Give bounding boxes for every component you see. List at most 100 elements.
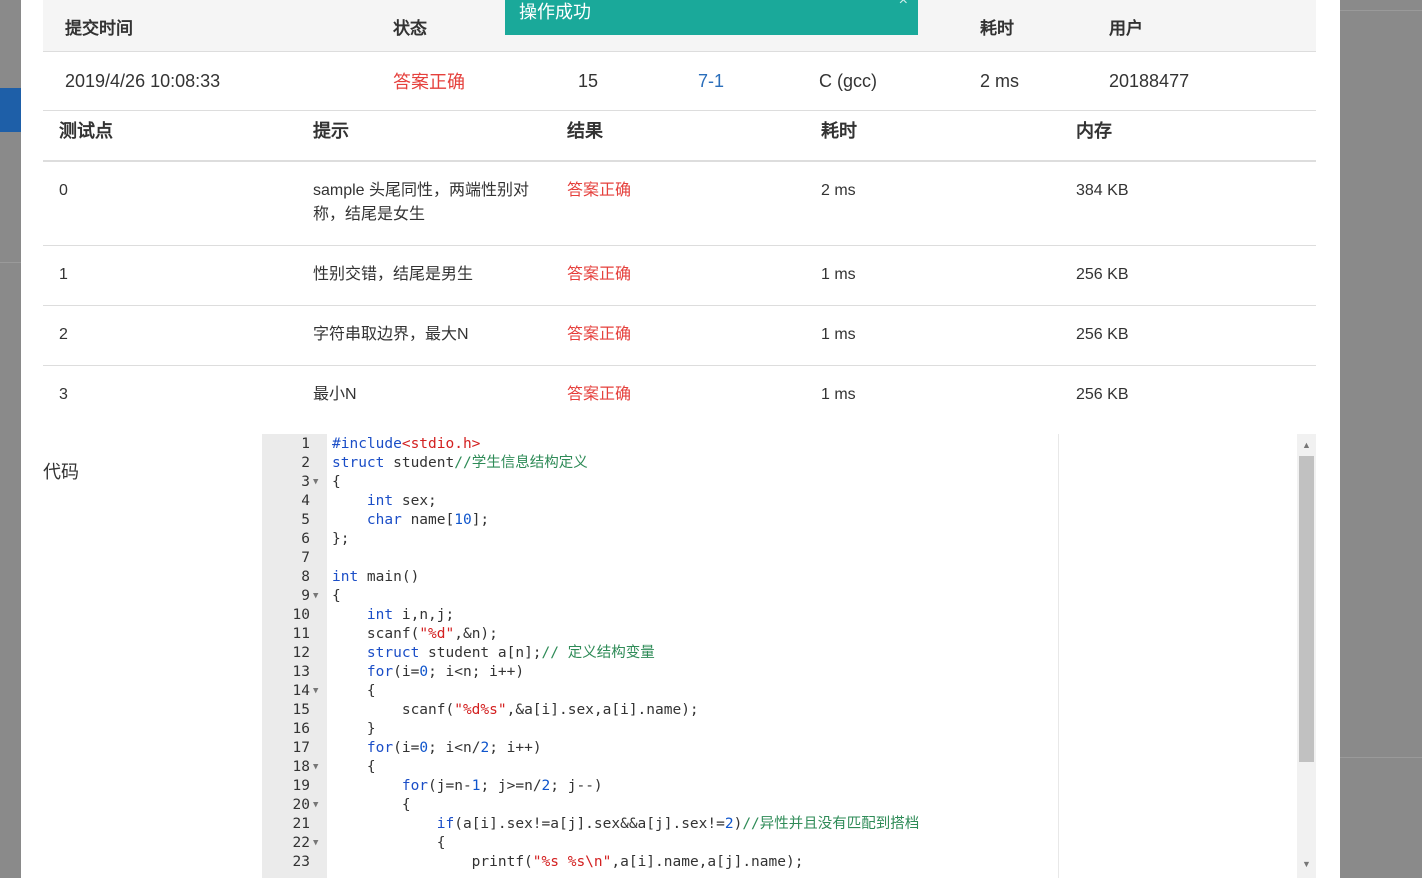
code-text: { — [332, 588, 341, 604]
line-number: 16 — [292, 721, 310, 737]
code-text: { — [332, 835, 446, 851]
col-submit-time: 提交时间 — [43, 0, 393, 52]
code-line: 1 #include<stdio.h> — [262, 435, 1318, 454]
line-number: 21 — [292, 816, 310, 832]
code-line: 20 ▼ { — [262, 796, 1318, 815]
case-time: 1 ms — [821, 386, 856, 403]
code-text: if(a[i].sex!=a[j].sex&&a[j].sex!=2)//异性并… — [436, 816, 920, 832]
line-number: 18 — [292, 759, 310, 775]
line-number: 3 — [301, 474, 310, 490]
case-hint: 字符串取边界，最大N — [297, 305, 551, 366]
scroll-up-arrow-icon[interactable]: ▲ — [1297, 436, 1316, 454]
line-number: 9 — [301, 588, 310, 604]
case-time: 2 ms — [805, 161, 1060, 246]
code-text: char name[10]; — [366, 512, 490, 528]
code-text: for(i=0; i<n; i++) — [366, 664, 525, 680]
case-id: 1 — [43, 245, 297, 306]
case-memory: 384 KB — [1060, 161, 1316, 246]
code-text: for(i=0; i<n/2; i++) — [366, 740, 542, 756]
code-line: 21 if(a[i].sex!=a[j].sex&&a[j].sex!=2)//… — [262, 815, 1318, 834]
code-text: struct student//学生信息结构定义 — [332, 455, 588, 471]
line-number: 12 — [292, 645, 310, 661]
code-line: 2 struct student//学生信息结构定义 — [262, 454, 1318, 473]
code-text: int main() — [332, 569, 420, 585]
test-case-header-row: 测试点 提示 结果 耗时 内存 — [43, 100, 1316, 162]
col-case-time: 耗时 — [805, 100, 1060, 162]
case-id: 0 — [43, 161, 297, 246]
code-line: 6}; — [262, 530, 1318, 549]
case-hint: 最小N — [313, 386, 357, 403]
fold-toggle-icon[interactable]: ▼ — [313, 758, 318, 777]
code-text: scanf("%d%s",&a[i].sex,a[i].name); — [332, 702, 699, 718]
case-id: 3 — [59, 386, 68, 403]
fold-toggle-icon[interactable]: ▼ — [313, 834, 318, 853]
fold-toggle-icon[interactable]: ▼ — [313, 796, 318, 815]
col-user: 用户 — [1109, 0, 1316, 52]
background-divider — [0, 262, 21, 263]
col-hint: 提示 — [297, 100, 551, 162]
case-result: 答案正确 — [551, 305, 805, 366]
line-number: 1 — [301, 436, 310, 452]
test-case-row: 1 性别交错，结尾是男生 答案正确 1 ms 256 KB — [43, 245, 1316, 306]
line-number: 23 — [292, 854, 310, 870]
code-line: 9 ▼ { — [262, 587, 1318, 606]
case-hint: sample 头尾同性，两端性别对称，结尾是女生 — [297, 161, 551, 246]
case-time: 1 ms — [805, 305, 1060, 366]
line-number: 8 — [301, 569, 310, 585]
line-number: 4 — [301, 493, 310, 509]
code-text: { — [332, 759, 376, 775]
fold-toggle-icon[interactable]: ▼ — [313, 473, 318, 492]
toast-message: 操作成功 — [519, 2, 591, 22]
fold-toggle-icon[interactable]: ▼ — [313, 682, 318, 701]
background-divider — [1340, 10, 1422, 11]
fold-toggle-icon[interactable]: ▼ — [313, 587, 318, 606]
close-icon[interactable]: × — [899, 0, 908, 10]
code-text: { — [332, 797, 411, 813]
code-text: for(j=n-1; j>=n/2; j--) — [401, 778, 603, 794]
code-text: }; — [332, 531, 350, 547]
scroll-down-arrow-icon[interactable]: ▼ — [1297, 855, 1316, 873]
case-time: 1 ms — [805, 245, 1060, 306]
line-number: 15 — [292, 702, 310, 718]
case-memory: 256 KB — [1076, 386, 1129, 403]
code-text: { — [332, 683, 376, 699]
test-case-table: 测试点 提示 结果 耗时 内存 0 sample 头尾同性，两端性别对称，结尾是… — [43, 100, 1316, 425]
code-editor[interactable]: 1 #include<stdio.h> 2 struct student//学生信息结… — [262, 434, 1318, 878]
code-text: scanf("%d",&n); — [332, 626, 498, 642]
line-number: 2 — [301, 455, 310, 471]
code-line: 8 int main() — [262, 568, 1318, 587]
line-number: 10 — [292, 607, 310, 623]
code-line: 23 printf("%s %s\n",a[i].name,a[j].name)… — [262, 853, 1318, 872]
code-line: 13 for(i=0; i<n; i++) — [262, 663, 1318, 682]
page-nav-accent — [0, 88, 21, 132]
code-line: 17 for(i=0; i<n/2; i++) — [262, 739, 1318, 758]
background-divider — [1340, 757, 1422, 758]
code-line: 18 ▼ { — [262, 758, 1318, 777]
line-number: 5 — [301, 512, 310, 528]
code-text: } — [332, 721, 376, 737]
line-number: 6 — [301, 531, 310, 547]
code-text: int sex; — [366, 493, 437, 509]
line-number: 19 — [292, 778, 310, 794]
code-line: 15 scanf("%d%s",&a[i].sex,a[i].name); — [262, 701, 1318, 720]
code-line: 14 ▼ { — [262, 682, 1318, 701]
code-line: 7 — [262, 549, 1318, 568]
case-memory: 256 KB — [1060, 305, 1316, 366]
code-text: struct student a[n];// 定义结构变量 — [366, 645, 655, 661]
code-label: 代码 — [43, 462, 79, 482]
test-case-row: 2 字符串取边界，最大N 答案正确 1 ms 256 KB — [43, 305, 1316, 366]
code-line: 4 int sex; — [262, 492, 1318, 511]
success-toast: 操作成功 × — [505, 0, 918, 35]
line-number: 7 — [301, 550, 310, 566]
code-line: 5 char name[10]; — [262, 511, 1318, 530]
line-number: 11 — [292, 626, 310, 642]
test-case-row: 0 sample 头尾同性，两端性别对称，结尾是女生 答案正确 2 ms 384… — [43, 161, 1316, 246]
line-number: 13 — [292, 664, 310, 680]
case-result: 答案正确 — [551, 161, 805, 246]
case-result: 答案正确 — [567, 386, 632, 403]
test-case-row: 3 最小N 答案正确 1 ms 256 KB — [43, 366, 1316, 426]
case-id: 2 — [43, 305, 297, 366]
scrollbar-thumb[interactable] — [1299, 456, 1314, 762]
col-time: 耗时 — [980, 0, 1109, 52]
col-result: 结果 — [551, 100, 805, 162]
